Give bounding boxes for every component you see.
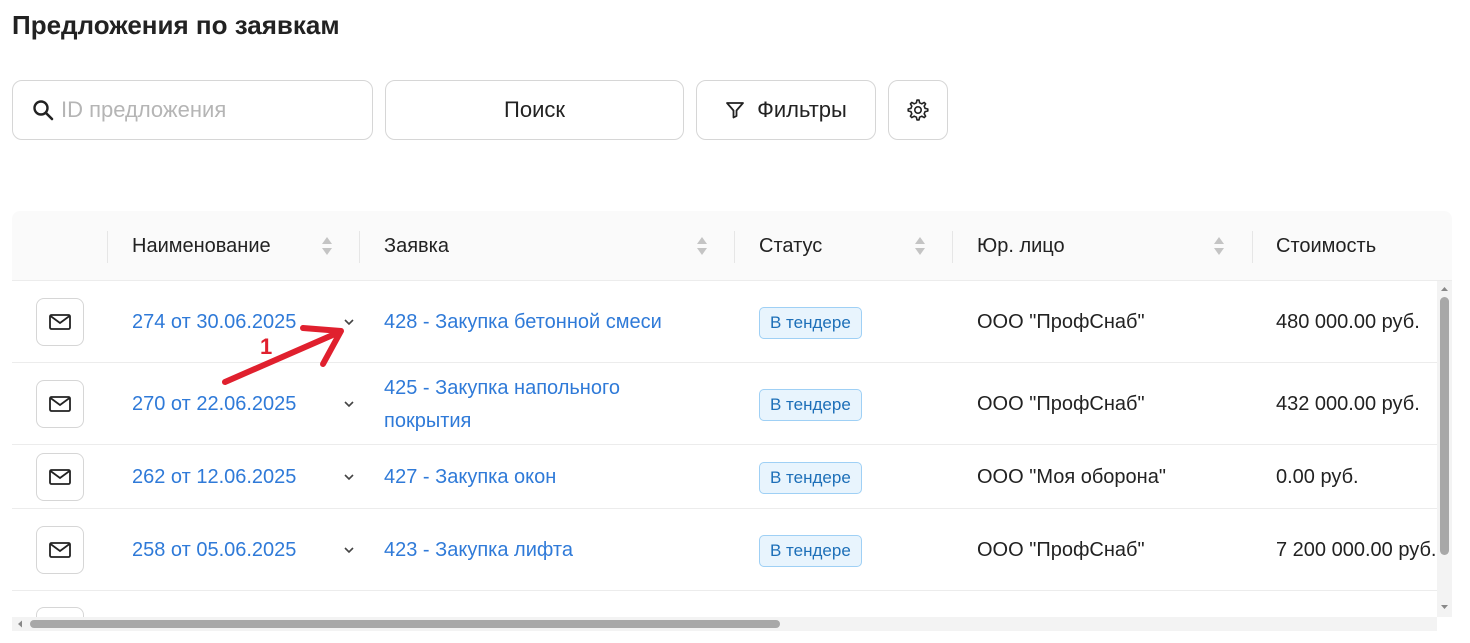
- search-button[interactable]: Поиск: [385, 80, 684, 140]
- search-icon: [33, 100, 54, 121]
- cost-value: 480 000.00 руб.: [1276, 311, 1420, 333]
- annotation-label: 1: [260, 334, 273, 359]
- vertical-scrollbar[interactable]: [1437, 281, 1452, 617]
- scroll-up-icon[interactable]: [1437, 283, 1452, 295]
- legal-entity: ООО "Моя оборона": [977, 466, 1166, 488]
- message-button[interactable]: [36, 298, 84, 346]
- cost-value: 7 200 000.00 руб.: [1276, 539, 1437, 561]
- envelope-icon: [49, 314, 71, 330]
- table-header: Наименование Заявка Статус Юр. лицо Стои…: [12, 211, 1452, 281]
- filter-icon: [726, 102, 745, 119]
- table-row: 258 от 05.06.2025 423 - Закупка лифта В …: [12, 509, 1437, 591]
- page-title: Предложения по заявкам: [12, 10, 340, 40]
- horizontal-scroll-thumb[interactable]: [30, 620, 780, 628]
- message-button[interactable]: [36, 526, 84, 574]
- legal-entity: ООО "ПрофСнаб": [977, 539, 1145, 561]
- column-divider: [1252, 231, 1253, 263]
- envelope-icon: [49, 396, 71, 412]
- column-header-cost[interactable]: Стоимость: [1276, 211, 1376, 281]
- status-badge: В тендере: [759, 535, 862, 567]
- filters-button-label: Фильтры: [757, 97, 847, 122]
- search-button-label: Поиск: [504, 97, 565, 122]
- column-divider: [952, 231, 953, 263]
- request-link[interactable]: 425 - Закупка напольного: [384, 372, 620, 405]
- status-badge: В тендере: [759, 389, 862, 421]
- search-input[interactable]: [61, 97, 361, 123]
- table-row: 262 от 12.06.2025 427 - Закупка окон В т…: [12, 445, 1437, 509]
- settings-button[interactable]: [888, 80, 948, 140]
- scroll-left-icon[interactable]: [14, 617, 26, 631]
- column-divider: [359, 231, 360, 263]
- column-header-request[interactable]: Заявка: [384, 211, 449, 281]
- request-link[interactable]: 427 - Закупка окон: [384, 461, 556, 494]
- status-badge: В тендере: [759, 462, 862, 494]
- cost-value: 432 000.00 руб.: [1276, 393, 1420, 415]
- annotation-arrow: [222, 325, 344, 385]
- vertical-scroll-thumb[interactable]: [1440, 297, 1449, 555]
- request-link[interactable]: 423 - Закупка лифта: [384, 534, 573, 567]
- column-divider: [107, 231, 108, 263]
- status-badge: В тендере: [759, 307, 862, 339]
- offer-link[interactable]: 262 от 12.06.2025: [132, 461, 296, 494]
- message-button[interactable]: [36, 380, 84, 428]
- envelope-icon: [49, 542, 71, 558]
- column-header-name[interactable]: Наименование: [132, 211, 271, 281]
- legal-entity: ООО "ПрофСнаб": [977, 311, 1145, 333]
- search-field[interactable]: [12, 80, 373, 140]
- scroll-down-icon[interactable]: [1437, 601, 1452, 613]
- offers-table: Наименование Заявка Статус Юр. лицо Стои…: [12, 211, 1452, 627]
- sort-icon[interactable]: [913, 235, 927, 257]
- envelope-icon: [49, 469, 71, 485]
- chevron-down-icon[interactable]: [342, 545, 356, 555]
- sort-icon[interactable]: [695, 235, 709, 257]
- cost-value: 0.00 руб.: [1276, 466, 1359, 488]
- horizontal-scrollbar[interactable]: [12, 617, 1437, 631]
- message-button[interactable]: [36, 453, 84, 501]
- chevron-down-icon[interactable]: [342, 472, 356, 482]
- sort-icon[interactable]: [1212, 235, 1226, 257]
- column-header-entity[interactable]: Юр. лицо: [977, 211, 1065, 281]
- legal-entity: ООО "ПрофСнаб": [977, 393, 1145, 415]
- filters-button[interactable]: Фильтры: [696, 80, 876, 140]
- column-divider: [734, 231, 735, 263]
- chevron-down-icon[interactable]: [342, 399, 356, 409]
- request-link-continued[interactable]: покрытия: [384, 405, 471, 438]
- gear-icon: [907, 99, 929, 121]
- sort-icon[interactable]: [320, 235, 334, 257]
- offer-link[interactable]: 258 от 05.06.2025: [132, 534, 296, 567]
- offer-link[interactable]: 270 от 22.06.2025: [132, 388, 296, 421]
- request-link[interactable]: 428 - Закупка бетонной смеси: [384, 306, 662, 339]
- column-header-status[interactable]: Статус: [759, 211, 822, 281]
